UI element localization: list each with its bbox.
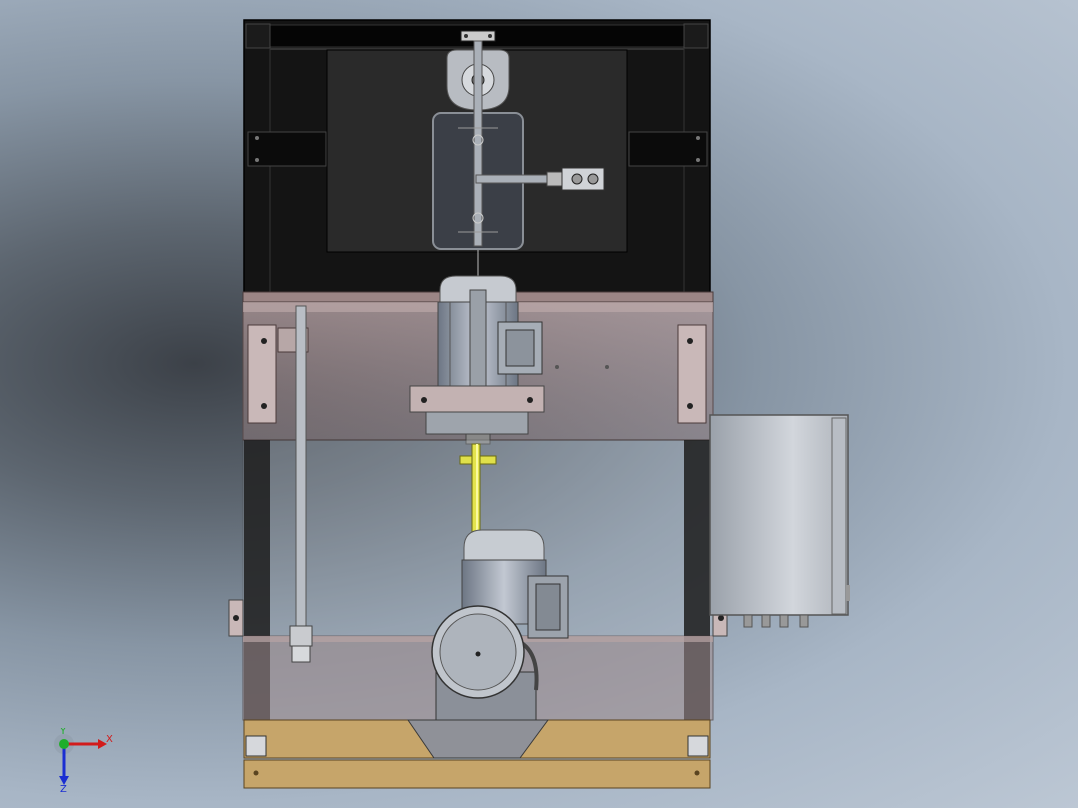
machine-assembly-drawing[interactable] [0, 0, 1078, 808]
electrical-enclosure [709, 414, 850, 628]
right-bracket [628, 131, 708, 167]
y-axis-marker [59, 739, 69, 749]
z-axis-label: Z [60, 784, 67, 794]
wooden-base [243, 719, 711, 789]
y-axis-label: Y [59, 728, 67, 737]
left-bracket [247, 131, 327, 167]
cad-viewport[interactable]: X Y Z [0, 0, 1078, 808]
motor-mount-flange [409, 385, 545, 413]
coordinate-triad: X Y Z [54, 728, 113, 794]
x-axis-label: X [106, 734, 113, 745]
